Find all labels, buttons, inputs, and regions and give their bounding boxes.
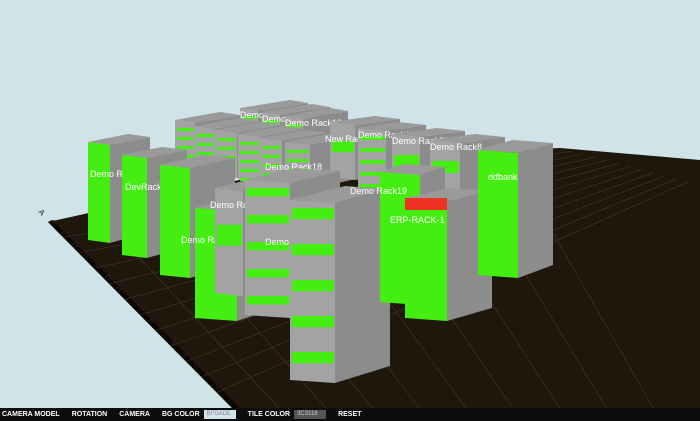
rack-front <box>88 142 110 243</box>
tile-color-input[interactable] <box>294 410 327 419</box>
server-unit <box>262 155 281 158</box>
rack-front <box>122 155 147 258</box>
datacenter-3d-view[interactable]: ABCDEFGHIJKLMNOPQ Demo Rack6Demo Rack7De… <box>0 0 700 408</box>
server-unit <box>197 143 214 146</box>
row-letter: A <box>36 208 47 218</box>
server-unit <box>247 269 289 278</box>
bg-color-input[interactable] <box>203 410 236 419</box>
camera-model-button[interactable]: CAMERA MODEL <box>2 411 60 418</box>
server-unit <box>177 137 194 140</box>
rack-front <box>160 165 190 278</box>
rack-label: Demo Rack8 <box>430 142 482 152</box>
server-unit <box>292 280 334 292</box>
server-unit <box>217 147 236 150</box>
rack[interactable]: ddbank <box>478 140 553 278</box>
server-unit <box>197 134 214 137</box>
bg-color-label: BG COLOR <box>161 411 200 418</box>
rack[interactable]: ERP-RACK-1 <box>390 188 492 321</box>
server-unit <box>262 146 281 149</box>
rack-front <box>478 150 518 278</box>
rack[interactable] <box>290 186 390 383</box>
server-unit <box>247 215 289 224</box>
toolbar: CAMERA MODEL ROTATION CAMERA BG COLOR TI… <box>0 408 700 421</box>
rack-label: ddbank <box>488 172 518 182</box>
server-unit <box>292 208 334 220</box>
rack-label: DevRack <box>125 182 162 192</box>
rack-front <box>238 134 260 182</box>
reset-button[interactable]: RESET <box>338 411 361 418</box>
rack-label: Demo Rack19 <box>350 186 407 196</box>
rack-side <box>518 143 553 278</box>
server-unit <box>360 160 385 164</box>
server-unit <box>292 316 334 328</box>
server-unit <box>240 142 259 145</box>
server-unit <box>360 148 385 152</box>
server-unit <box>240 160 259 163</box>
tile-color-label: TILE COLOR <box>247 411 291 418</box>
server-unit <box>240 151 259 154</box>
alert-unit <box>405 198 447 210</box>
rack-label: ERP-RACK-1 <box>390 215 445 225</box>
server-unit <box>197 152 214 155</box>
server-unit <box>240 169 259 172</box>
server-unit <box>217 138 236 141</box>
server-unit <box>292 352 334 364</box>
server-unit <box>287 150 309 153</box>
server-unit <box>177 146 194 149</box>
server-unit <box>217 224 242 246</box>
server-unit <box>247 296 289 305</box>
server-unit <box>292 244 334 256</box>
server-unit <box>247 188 289 197</box>
server-unit <box>177 128 194 131</box>
rotation-button[interactable]: ROTATION <box>72 411 108 418</box>
camera-button[interactable]: CAMERA <box>119 411 150 418</box>
